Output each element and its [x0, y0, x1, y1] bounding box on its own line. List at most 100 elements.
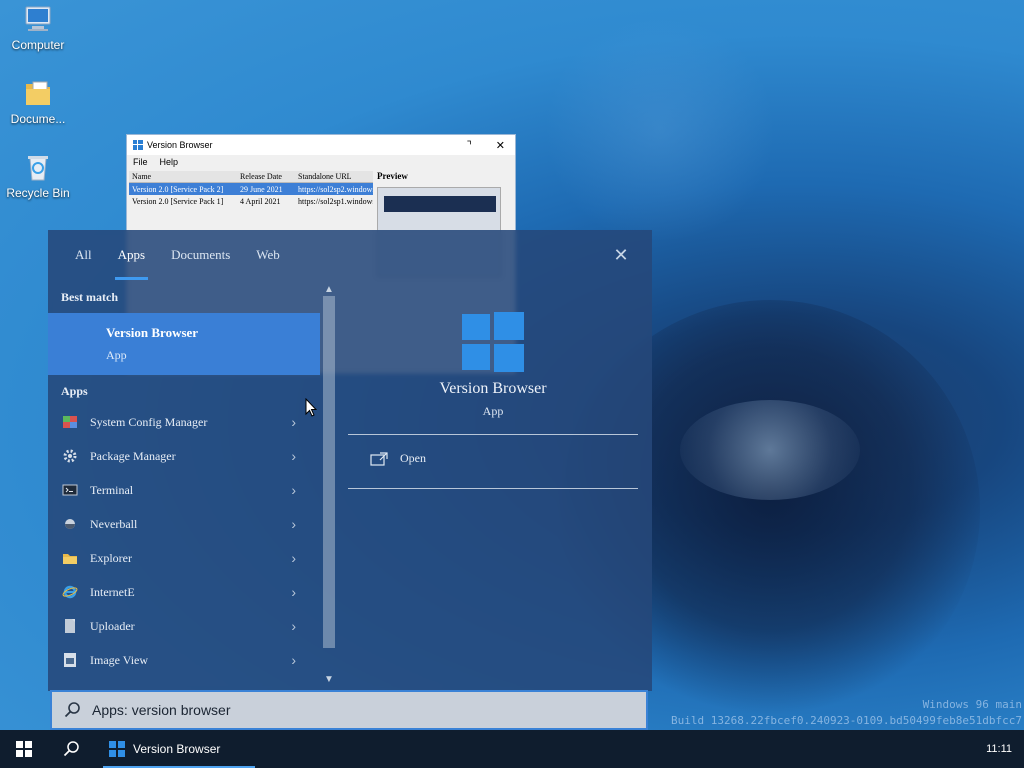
- taskbar-app-label: Version Browser: [133, 742, 221, 756]
- explorer-icon: [63, 554, 77, 564]
- app-item-neverball[interactable]: Neverball ›: [48, 507, 310, 541]
- cell-date: 4 April 2021: [240, 196, 281, 206]
- best-match-item[interactable]: Version Browser App: [48, 313, 320, 375]
- desktop-icon-documents[interactable]: Docume...: [0, 78, 76, 126]
- app-item-internete[interactable]: InternetE ›: [48, 575, 310, 609]
- wallpaper-highlight: [540, 20, 780, 240]
- app-item-system-config-manager[interactable]: System Config Manager ›: [48, 405, 310, 439]
- tab-apps[interactable]: Apps: [105, 230, 158, 280]
- search-input[interactable]: Apps: version browser: [50, 690, 648, 730]
- neverball-icon: [65, 519, 75, 529]
- taskbar-search-button[interactable]: [48, 730, 96, 768]
- scroll-down-icon[interactable]: ▼: [323, 674, 335, 686]
- watermark-line1: Windows 96 main: [922, 698, 1022, 711]
- app-label: Uploader: [90, 618, 135, 633]
- open-icon: [370, 451, 388, 466]
- chevron-right-icon[interactable]: ›: [291, 550, 296, 566]
- chevron-right-icon[interactable]: ›: [291, 414, 296, 430]
- search-icon: [64, 702, 80, 718]
- cell-date: 29 June 2021: [240, 184, 283, 194]
- cell-url: https://sol2sp1.windows96.net: [298, 196, 373, 206]
- taskbar: Version Browser 11:11: [0, 730, 1024, 768]
- cell-name: Version 2.0 [Service Pack 1]: [132, 196, 224, 206]
- open-action[interactable]: Open: [370, 451, 426, 466]
- app-item-package-manager[interactable]: Package Manager ›: [48, 439, 310, 473]
- tab-documents[interactable]: Documents: [158, 230, 243, 280]
- terminal-icon: [62, 484, 78, 496]
- column-header-url[interactable]: Standalone URL: [295, 172, 373, 181]
- best-match-name: Version Browser: [106, 325, 199, 340]
- tab-all[interactable]: All: [62, 230, 105, 280]
- apps-heading: Apps: [61, 384, 88, 398]
- versions-table: Name Release Date Standalone URL Version…: [129, 171, 373, 207]
- windows-logo-icon: [133, 140, 143, 150]
- start-search-panel: All Apps Documents Web ✕ Best match Vers…: [48, 230, 652, 691]
- computer-icon: [25, 6, 51, 31]
- tab-label: All: [75, 247, 92, 262]
- system-config-icon: [63, 416, 77, 428]
- app-label: Terminal: [90, 482, 134, 497]
- search-icon: [63, 741, 79, 757]
- chevron-right-icon[interactable]: ›: [291, 482, 296, 498]
- app-label: Neverball: [90, 516, 138, 531]
- best-match-heading: Best match: [61, 290, 118, 304]
- chevron-right-icon[interactable]: ›: [291, 652, 296, 668]
- watermark-line2: Build 13268.22fbcef0.240923-0109.bd50499…: [671, 714, 1022, 727]
- internet-explorer-icon: [62, 585, 78, 599]
- close-icon[interactable]: ✕: [612, 246, 630, 264]
- app-label: InternetE: [90, 584, 135, 599]
- tab-label: Web: [256, 247, 280, 262]
- menu-help[interactable]: Help: [160, 157, 179, 167]
- table-header: Name Release Date Standalone URL: [129, 171, 373, 183]
- documents-folder-icon: [26, 81, 50, 105]
- scroll-up-icon[interactable]: ▲: [323, 284, 335, 296]
- app-label: System Config Manager: [90, 414, 208, 429]
- chevron-right-icon[interactable]: ›: [291, 584, 296, 600]
- mouse-cursor-icon: [305, 398, 317, 417]
- desktop-icon-computer[interactable]: Computer: [0, 4, 76, 52]
- app-preview-pane: Version Browser App Open: [348, 280, 638, 691]
- preview-label: Preview: [377, 171, 408, 181]
- chevron-right-icon[interactable]: ›: [291, 618, 296, 634]
- app-label: Package Manager: [90, 448, 176, 463]
- scrollbar-thumb[interactable]: [323, 296, 335, 648]
- app-item-uploader[interactable]: Uploader ›: [48, 609, 310, 643]
- cell-name: Version 2.0 [Service Pack 2]: [132, 184, 224, 194]
- divider: [348, 488, 638, 489]
- search-input-value: Apps: version browser: [92, 702, 231, 718]
- menu-file[interactable]: File: [133, 157, 148, 167]
- windows-logo-icon: [109, 741, 125, 757]
- preview-app-type: App: [482, 404, 504, 418]
- close-button[interactable]: ✕: [496, 139, 505, 152]
- tab-label: Apps: [117, 247, 146, 262]
- table-row[interactable]: Version 2.0 [Service Pack 2] 29 June 202…: [129, 183, 373, 195]
- clock[interactable]: 11:11: [986, 743, 1012, 755]
- desktop-icon-label: Recycle Bin: [6, 186, 70, 200]
- chevron-right-icon[interactable]: ›: [291, 448, 296, 464]
- package-manager-icon: [63, 449, 77, 463]
- column-header-name[interactable]: Name: [129, 172, 237, 181]
- desktop-icon-label: Computer: [11, 38, 65, 52]
- app-item-image-view[interactable]: Image View ›: [48, 643, 310, 677]
- maximize-button[interactable]: ⌝: [467, 139, 472, 152]
- chevron-right-icon[interactable]: ›: [291, 516, 296, 532]
- app-item-terminal[interactable]: Terminal ›: [48, 473, 310, 507]
- menu-bar: File Help: [127, 155, 515, 169]
- column-header-release-date[interactable]: Release Date: [237, 172, 295, 181]
- tab-label: Documents: [171, 247, 231, 262]
- uploader-icon: [65, 619, 75, 633]
- open-label: Open: [400, 451, 426, 465]
- cell-url: https://sol2sp2.windows96.net: [298, 184, 373, 194]
- taskbar-app-version-browser[interactable]: Version Browser: [103, 730, 255, 768]
- table-row[interactable]: Version 2.0 [Service Pack 1] 4 April 202…: [129, 195, 373, 207]
- preview-app-name: Version Browser: [439, 380, 547, 397]
- app-label: Explorer: [90, 550, 132, 565]
- tab-web[interactable]: Web: [243, 230, 293, 280]
- desktop-icon-label: Docume...: [10, 112, 66, 126]
- divider: [348, 434, 638, 435]
- app-label: Image View: [90, 652, 149, 667]
- app-item-explorer[interactable]: Explorer ›: [48, 541, 310, 575]
- start-button[interactable]: [0, 730, 48, 768]
- desktop-icon-recycle-bin[interactable]: Recycle Bin: [0, 152, 76, 200]
- window-titlebar[interactable]: Version Browser ⌝ ✕: [127, 135, 515, 155]
